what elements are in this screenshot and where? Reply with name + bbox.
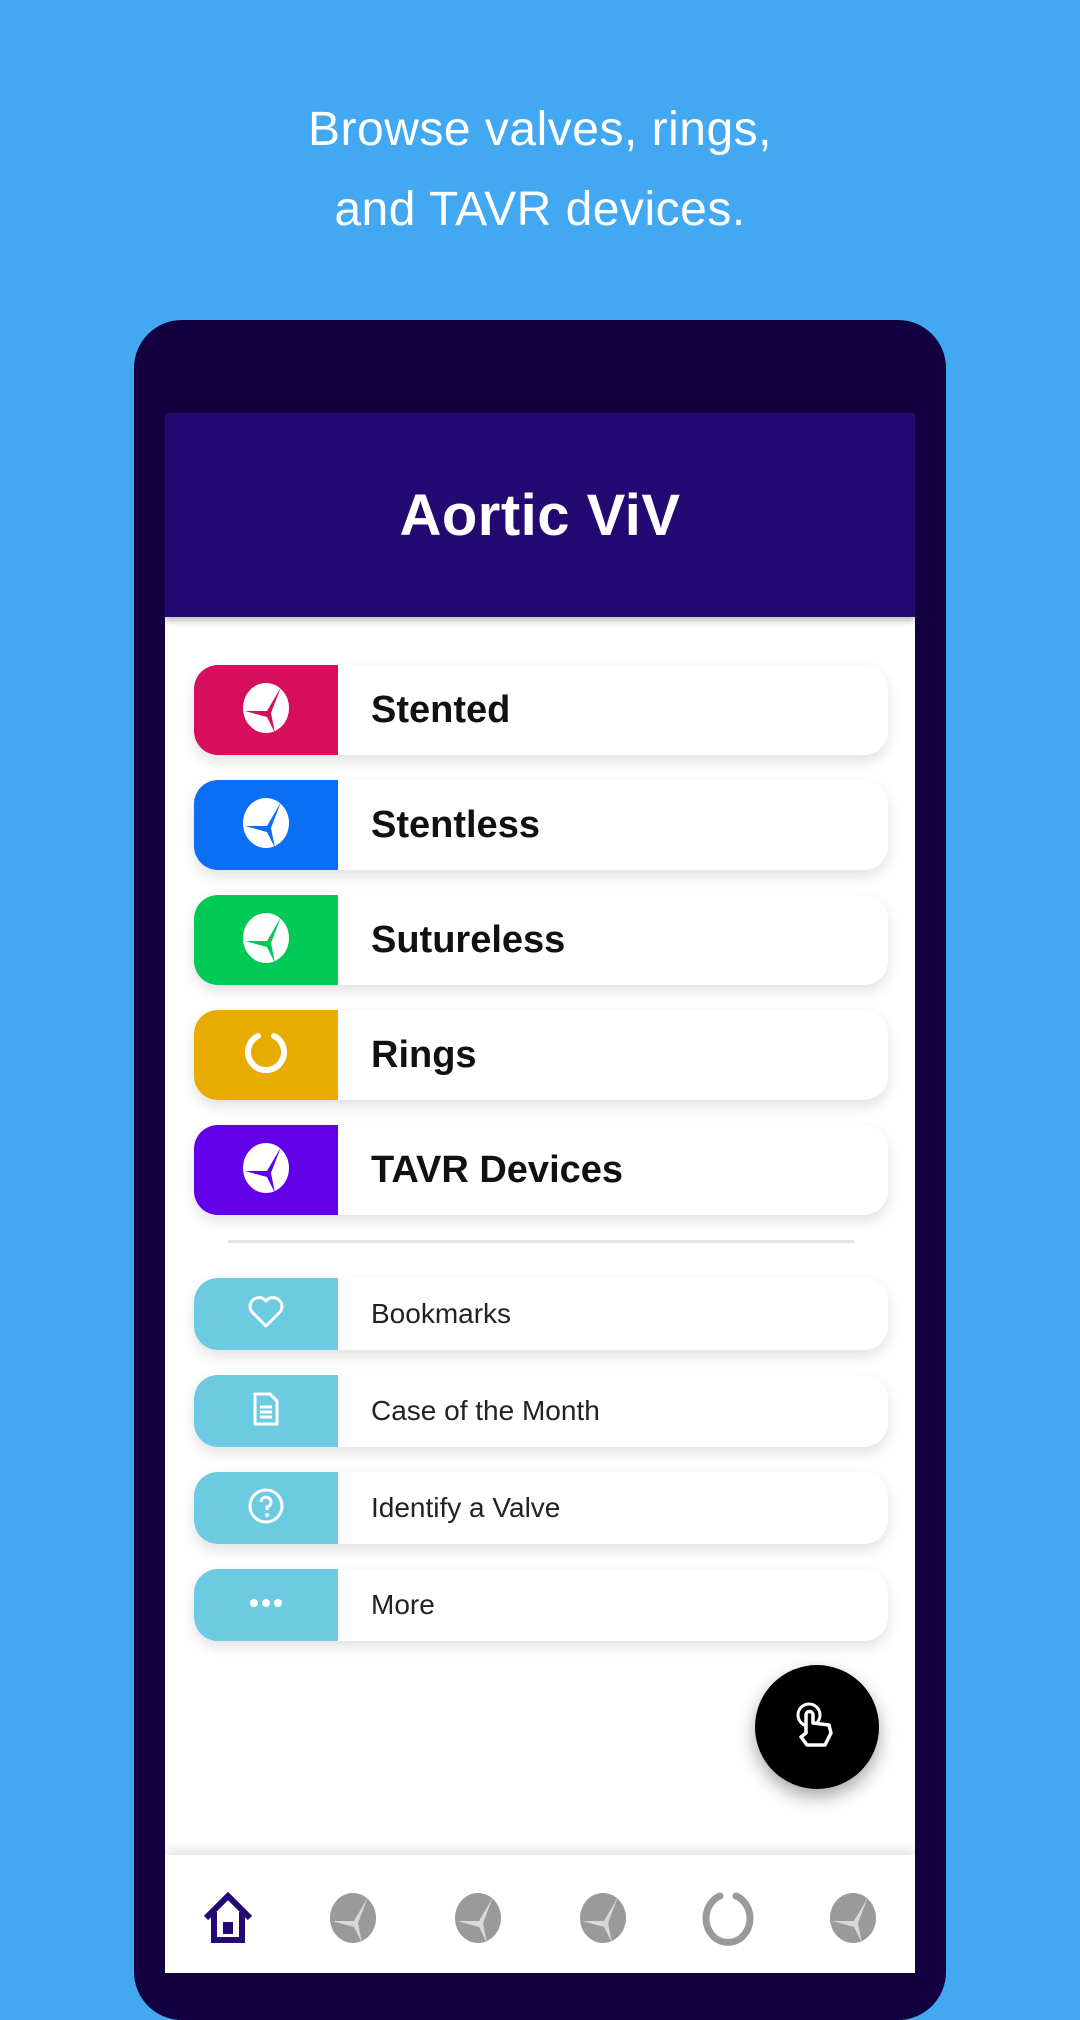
category-swatch — [194, 1125, 338, 1215]
touch-gesture-icon — [787, 1695, 847, 1760]
valve-icon — [241, 796, 291, 855]
category-label: Stentless — [371, 803, 540, 846]
promo-headline: Browse valves, rings, and TAVR devices. — [0, 90, 1080, 250]
category-swatch — [194, 780, 338, 870]
category-label: Stented — [371, 688, 511, 731]
category-stented[interactable]: Stented — [194, 665, 888, 755]
section-divider — [228, 1240, 854, 1243]
link-swatch — [194, 1278, 338, 1350]
nav-home[interactable] — [198, 1890, 258, 1950]
link-bookmarks[interactable]: Bookmarks — [194, 1278, 888, 1350]
question-icon — [246, 1486, 286, 1531]
link-label: Case of the Month — [371, 1395, 600, 1426]
link-identify-a-valve[interactable]: Identify a Valve — [194, 1472, 888, 1544]
menu-list: Stented Stentless Sutureless Rings TAVR … — [194, 665, 888, 1666]
link-swatch — [194, 1569, 338, 1641]
nav-tavr[interactable] — [823, 1890, 883, 1950]
promo-line-1: Browse valves, rings, — [308, 103, 772, 156]
app-bar: Aortic ViV — [165, 413, 915, 617]
home-icon — [200, 1890, 256, 1950]
valve-icon — [328, 1890, 378, 1950]
link-label: Identify a Valve — [371, 1492, 561, 1523]
category-tavr-devices[interactable]: TAVR Devices — [194, 1125, 888, 1215]
category-sutureless[interactable]: Sutureless — [194, 895, 888, 985]
nav-sutureless[interactable] — [573, 1890, 633, 1950]
link-swatch — [194, 1375, 338, 1447]
ring-icon — [702, 1890, 754, 1950]
document-icon — [246, 1389, 286, 1434]
link-label: Bookmarks — [371, 1298, 512, 1329]
ring-icon — [241, 1028, 291, 1083]
category-label: Sutureless — [371, 918, 566, 961]
link-more[interactable]: More — [194, 1569, 888, 1641]
touch-action-button[interactable] — [755, 1665, 879, 1789]
bottom-navigation — [165, 1855, 915, 1973]
valve-icon — [241, 681, 291, 740]
valve-icon — [453, 1890, 503, 1950]
app-screen: Aortic ViV Stented Stentless Sutureless … — [165, 413, 915, 1973]
valve-icon — [241, 911, 291, 970]
category-swatch — [194, 665, 338, 755]
category-label: Rings — [371, 1033, 477, 1076]
valve-icon — [828, 1890, 878, 1950]
category-label: TAVR Devices — [371, 1148, 624, 1191]
heart-icon — [246, 1292, 286, 1337]
category-swatch — [194, 895, 338, 985]
link-case-of-the-month[interactable]: Case of the Month — [194, 1375, 888, 1447]
valve-icon — [241, 1141, 291, 1200]
category-swatch — [194, 1010, 338, 1100]
category-rings[interactable]: Rings — [194, 1010, 888, 1100]
link-swatch — [194, 1472, 338, 1544]
more-dots-icon — [246, 1596, 286, 1614]
nav-stentless[interactable] — [448, 1890, 508, 1950]
nav-stented[interactable] — [323, 1890, 383, 1950]
app-title: Aortic ViV — [399, 482, 681, 548]
link-label: More — [371, 1589, 435, 1620]
phone-frame: Aortic ViV Stented Stentless Sutureless … — [134, 320, 946, 2020]
promo-line-2: and TAVR devices. — [334, 183, 746, 236]
nav-rings[interactable] — [698, 1890, 758, 1950]
valve-icon — [578, 1890, 628, 1950]
category-stentless[interactable]: Stentless — [194, 780, 888, 870]
